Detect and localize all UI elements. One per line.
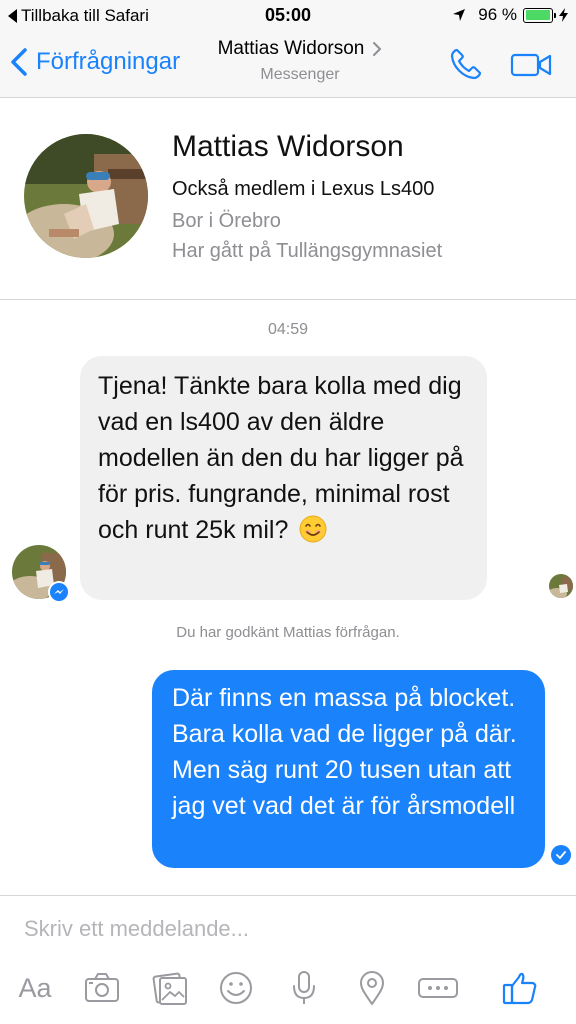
location-arrow-icon	[453, 9, 466, 21]
profile-card: Mattias Widorson Också medlem i Lexus Ls…	[0, 100, 576, 300]
profile-city: Bor i Örebro	[172, 210, 281, 232]
like-icon	[502, 972, 537, 1005]
outgoing-message-text: Där finns en massa på blocket. Bara koll…	[172, 684, 517, 820]
like-button[interactable]	[500, 968, 540, 1008]
message-input[interactable]: Skriv ett meddelande...	[24, 916, 249, 942]
battery-fill	[525, 10, 550, 20]
camera-button[interactable]	[82, 968, 122, 1008]
microphone-icon	[293, 971, 315, 1004]
phone-icon[interactable]	[448, 46, 484, 82]
seen-avatar	[549, 574, 573, 598]
status-bar: Tillbaka till Safari 05:00 96 %	[0, 0, 576, 32]
chevron-left-icon	[11, 48, 27, 76]
messenger-badge	[48, 581, 70, 603]
messenger-icon	[54, 589, 64, 594]
profile-name: Mattias Widorson	[172, 130, 404, 163]
location-button[interactable]	[352, 968, 392, 1008]
composer: Skriv ett meddelande... Aa	[0, 895, 576, 1024]
delivered-check-icon	[551, 845, 571, 865]
camera-icon	[85, 973, 119, 1002]
conversation-title[interactable]: Mattias Widorson Messenger	[190, 38, 410, 84]
profile-avatar[interactable]	[24, 134, 148, 258]
conversation-subtitle: Messenger	[260, 66, 340, 83]
video-icon[interactable]	[510, 52, 552, 78]
emoji-icon	[220, 972, 252, 1004]
location-icon	[360, 971, 384, 1005]
battery-icon	[523, 7, 556, 23]
composer-toolbar: Aa	[0, 968, 576, 1014]
chevron-right-icon	[373, 42, 382, 56]
battery-percent: 96 %	[478, 5, 517, 24]
profile-school: Har gått på Tullängsgymnasiet	[172, 240, 443, 262]
more-button[interactable]	[416, 968, 460, 1008]
gallery-icon	[152, 972, 187, 1005]
smiling-face-icon	[299, 515, 327, 543]
profile-group[interactable]: Också medlem i Lexus Ls400	[172, 178, 434, 201]
battery-tip	[553, 12, 556, 18]
message-timestamp: 04:59	[267, 321, 309, 338]
back-button[interactable]: Förfrågningar	[10, 47, 180, 77]
profile-photo	[24, 134, 148, 258]
incoming-message-text: Tjena! Tänkte bara kolla med dig vad en …	[98, 372, 464, 544]
emoji-button[interactable]	[216, 968, 256, 1008]
nav-bar: Förfrågningar Mattias Widorson Messenger	[0, 32, 576, 98]
incoming-message[interactable]: Tjena! Tänkte bara kolla med dig vad en …	[80, 356, 487, 600]
back-button-label: Förfrågningar	[36, 48, 181, 75]
gallery-button[interactable]	[150, 968, 190, 1008]
status-indicators: 96 %	[452, 5, 568, 25]
voice-button[interactable]	[284, 968, 324, 1008]
text-format-button[interactable]: Aa	[14, 968, 56, 1008]
contact-name: Mattias Widorson	[217, 38, 365, 59]
seen-photo	[549, 574, 573, 598]
outgoing-message[interactable]: Där finns en massa på blocket. Bara koll…	[152, 670, 545, 868]
system-message: Du har godkänt Mattias förfrågan.	[176, 624, 400, 641]
charging-bolt-icon	[559, 8, 568, 22]
more-icon	[418, 978, 458, 998]
